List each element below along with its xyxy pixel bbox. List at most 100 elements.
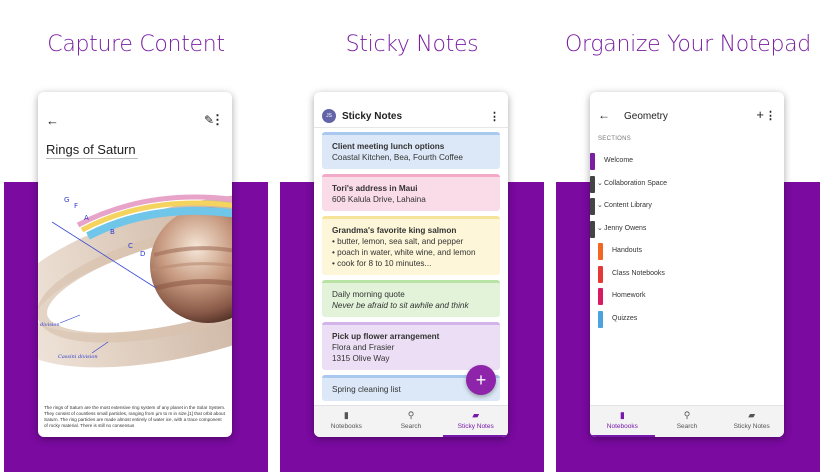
title-underline bbox=[46, 158, 138, 159]
svg-text:A: A bbox=[84, 214, 89, 222]
section-item[interactable]: Handouts bbox=[590, 240, 784, 263]
new-note-button[interactable]: + bbox=[466, 365, 496, 395]
back-arrow-icon[interactable]: ← bbox=[598, 108, 610, 122]
page-toolbar: ← ✎ ⋮ bbox=[38, 110, 232, 132]
nav-notebooks[interactable]: ▮ Notebooks bbox=[314, 406, 379, 437]
notebook-title: Geometry bbox=[624, 111, 668, 122]
svg-text:F: F bbox=[74, 202, 78, 210]
section-label: Handouts bbox=[612, 247, 642, 254]
add-section-icon[interactable]: + bbox=[756, 107, 764, 122]
sticky-note-card[interactable]: Pick up flower arrangement Flora and Fras… bbox=[322, 322, 500, 370]
svg-text:Cassini division: Cassini division bbox=[58, 354, 98, 360]
nav-sticky-notes[interactable]: ▰ Sticky Notes bbox=[443, 406, 508, 437]
app-header: ← Geometry + ⋮ bbox=[590, 92, 784, 128]
panel-heading: Capture Content bbox=[47, 32, 225, 57]
sticky-note-icon: ▰ bbox=[748, 410, 756, 420]
sticky-note-card[interactable]: Tori's address in Maui 606 Kalula Drive, … bbox=[322, 174, 500, 211]
note-title: Pick up flower arrangement bbox=[332, 332, 440, 341]
chevron-down-icon[interactable]: ⌄ bbox=[597, 195, 603, 217]
nav-sticky-notes[interactable]: ▰ Sticky Notes bbox=[719, 406, 784, 437]
panel-organize: Organize Your Notepad ← Geometry + ⋮ SEC… bbox=[556, 0, 820, 472]
section-label: Homework bbox=[612, 292, 646, 299]
section-item[interactable]: Quizzes bbox=[590, 308, 784, 331]
sticky-note-card[interactable]: Daily morning quote Never be afraid to si… bbox=[322, 280, 500, 317]
section-item[interactable]: ⌄ Content Library bbox=[590, 195, 784, 218]
active-tab-indicator bbox=[590, 435, 655, 437]
note-line: 606 Kalula Drive, Lahaina bbox=[332, 195, 426, 204]
svg-text:G: G bbox=[64, 196, 69, 204]
section-label: Content Library bbox=[604, 202, 652, 209]
nav-label: Search bbox=[400, 423, 422, 430]
more-options-icon[interactable]: ⋮ bbox=[489, 110, 500, 123]
header-title: Sticky Notes bbox=[342, 111, 403, 122]
bottom-navigation: ▮ Notebooks ⚲ Search ▰ Sticky Notes bbox=[590, 405, 784, 437]
more-options-icon[interactable]: ⋮ bbox=[211, 112, 224, 128]
search-icon: ⚲ bbox=[683, 410, 691, 420]
chevron-down-icon[interactable]: ⌄ bbox=[597, 173, 603, 195]
more-options-icon[interactable]: ⋮ bbox=[765, 109, 776, 122]
section-color-tab bbox=[598, 288, 603, 305]
section-color-tab bbox=[590, 220, 595, 238]
panel-heading: Organize Your Notepad bbox=[565, 32, 811, 57]
page-body-text[interactable]: The rings of Saturn are the most extensi… bbox=[44, 405, 226, 429]
section-color-tab bbox=[590, 175, 595, 193]
notebook-icon: ▮ bbox=[343, 410, 349, 420]
note-title: Tori's address in Maui bbox=[332, 184, 418, 193]
section-item[interactable]: Homework bbox=[590, 285, 784, 308]
section-item[interactable]: Welcome bbox=[590, 150, 784, 173]
back-arrow-icon[interactable]: ← bbox=[46, 113, 59, 128]
note-line: 1315 Olive Way bbox=[332, 354, 390, 363]
avatar[interactable]: JS bbox=[322, 109, 336, 123]
sticky-note-card[interactable]: Grandma's favorite king salmon • butter, … bbox=[322, 216, 500, 275]
svg-text:D: D bbox=[140, 250, 145, 258]
note-line: Flora and Frasier bbox=[332, 343, 395, 352]
sticky-note-card[interactable]: Client meeting lunch options Coastal Kitc… bbox=[322, 132, 500, 169]
svg-text:division: division bbox=[40, 322, 60, 328]
chevron-down-icon[interactable]: ⌄ bbox=[597, 218, 603, 240]
note-title: Grandma's favorite king salmon bbox=[332, 226, 457, 235]
note-line: • poach in water, white wine, and lemon bbox=[332, 248, 476, 257]
note-line: • butter, lemon, sea salt, and pepper bbox=[332, 237, 464, 246]
sticky-notes-list: Client meeting lunch options Coastal Kitc… bbox=[322, 132, 500, 406]
nav-label: Sticky Notes bbox=[457, 423, 494, 430]
svg-text:B: B bbox=[110, 228, 115, 236]
nav-label: Notebooks bbox=[606, 423, 638, 430]
phone-screen: JS Sticky Notes ⋮ Client meeting lunch o… bbox=[314, 92, 508, 437]
note-line: Never be afraid to sit awhile and think bbox=[332, 301, 469, 310]
panel-heading: Sticky Notes bbox=[345, 32, 479, 57]
section-color-tab bbox=[598, 243, 603, 260]
panel-capture-content: Capture Content ← ✎ ⋮ Rings of Saturn G … bbox=[4, 0, 268, 472]
section-label: Jenny Owens bbox=[604, 224, 647, 232]
saturn-image: G F A B C D division Cassini division bbox=[38, 192, 232, 368]
panel-sticky-notes: Sticky Notes JS Sticky Notes ⋮ Client me… bbox=[280, 0, 544, 472]
note-line: Coastal Kitchen, Bea, Fourth Coffee bbox=[332, 153, 463, 162]
section-label: Collaboration Space bbox=[604, 179, 668, 187]
bottom-navigation: ▮ Notebooks ⚲ Search ▰ Sticky Notes bbox=[314, 405, 508, 437]
section-color-tab bbox=[598, 265, 603, 283]
nav-search[interactable]: ⚲ Search bbox=[379, 406, 444, 437]
notebook-icon: ▮ bbox=[619, 410, 625, 420]
section-color-tab bbox=[590, 198, 595, 215]
nav-label: Sticky Notes bbox=[733, 423, 770, 430]
app-header: JS Sticky Notes ⋮ bbox=[314, 92, 508, 128]
nav-notebooks[interactable]: ▮ Notebooks bbox=[590, 406, 655, 437]
nav-label: Search bbox=[676, 423, 698, 430]
section-color-tab bbox=[590, 153, 595, 170]
section-item[interactable]: ⌄ Jenny Owens bbox=[590, 218, 784, 241]
section-item[interactable]: ⌄ Collaboration Space bbox=[590, 173, 784, 196]
page-title[interactable]: Rings of Saturn bbox=[46, 142, 136, 157]
note-title: Daily morning quote bbox=[332, 290, 405, 299]
sticky-note-icon: ▰ bbox=[472, 410, 480, 420]
phone-screen: ← Geometry + ⋮ SECTIONS Welcome ⌄ Collabor… bbox=[590, 92, 784, 437]
search-icon: ⚲ bbox=[407, 410, 415, 420]
active-tab-indicator bbox=[443, 435, 508, 437]
svg-text:C: C bbox=[128, 242, 133, 250]
nav-search[interactable]: ⚲ Search bbox=[655, 406, 720, 437]
section-label: Quizzes bbox=[612, 314, 638, 322]
section-label: Class Notebooks bbox=[612, 269, 665, 277]
section-list: Welcome ⌄ Collaboration Space ⌄ Content Libr… bbox=[590, 150, 784, 330]
sections-label: SECTIONS bbox=[598, 136, 632, 142]
section-label: Welcome bbox=[604, 157, 634, 164]
section-item[interactable]: Class Notebooks bbox=[590, 263, 784, 286]
note-line: • cook for 8 to 10 minutes... bbox=[332, 259, 432, 268]
